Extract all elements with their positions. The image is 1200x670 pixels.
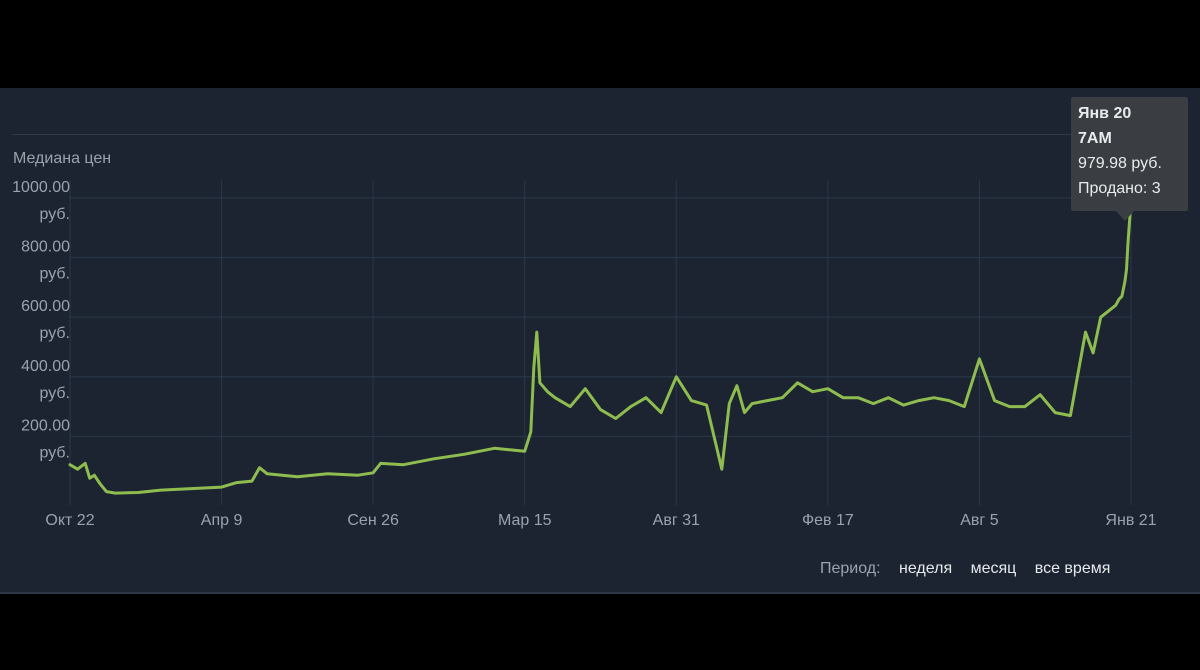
- y-tick-label: 400.00: [21, 358, 70, 375]
- x-tick-label: Янв 21: [1105, 512, 1156, 529]
- y-tick-unit: руб.: [39, 385, 70, 402]
- y-tick-unit: руб.: [39, 444, 70, 461]
- y-tick-unit: руб.: [39, 266, 70, 283]
- y-tick-label: 1000.00: [12, 179, 70, 196]
- tooltip-sold: Продано: 3: [1078, 180, 1161, 197]
- period-label: Период:: [820, 560, 881, 577]
- data-tooltip: Янв 20 7AM 979.98 руб. Продано: 3: [1071, 97, 1188, 211]
- x-tick-label: Сен 26: [347, 512, 399, 529]
- y-tick-label: 200.00: [21, 417, 70, 434]
- x-tick-label: Авг 31: [653, 512, 700, 529]
- period-option-week[interactable]: неделя: [899, 560, 952, 577]
- tooltip-time: 7AM: [1078, 130, 1112, 147]
- x-tick-label: Мар 15: [498, 512, 552, 529]
- tooltip-price: 979.98 руб.: [1078, 155, 1162, 172]
- y-tick-label: 800.00: [21, 239, 70, 256]
- period-selector: Период: неделя месяц все время: [820, 560, 1110, 578]
- y-tick-unit: руб.: [39, 325, 70, 342]
- period-option-month[interactable]: месяц: [971, 560, 1017, 577]
- y-tick-unit: руб.: [39, 206, 70, 223]
- x-tick-label: Авг 5: [960, 512, 998, 529]
- period-option-all-time[interactable]: все время: [1035, 560, 1111, 577]
- price-series-line: [68, 202, 1133, 495]
- y-tick-label: 600.00: [21, 298, 70, 315]
- x-tick-label: Апр 9: [201, 512, 243, 529]
- x-tick-label: Фев 17: [802, 512, 854, 529]
- x-tick-label: Окт 22: [45, 512, 94, 529]
- tooltip-date: Янв 20: [1078, 105, 1132, 122]
- tooltip-pointer: [1116, 211, 1134, 221]
- y-axis-title: Медиана цен: [13, 150, 112, 167]
